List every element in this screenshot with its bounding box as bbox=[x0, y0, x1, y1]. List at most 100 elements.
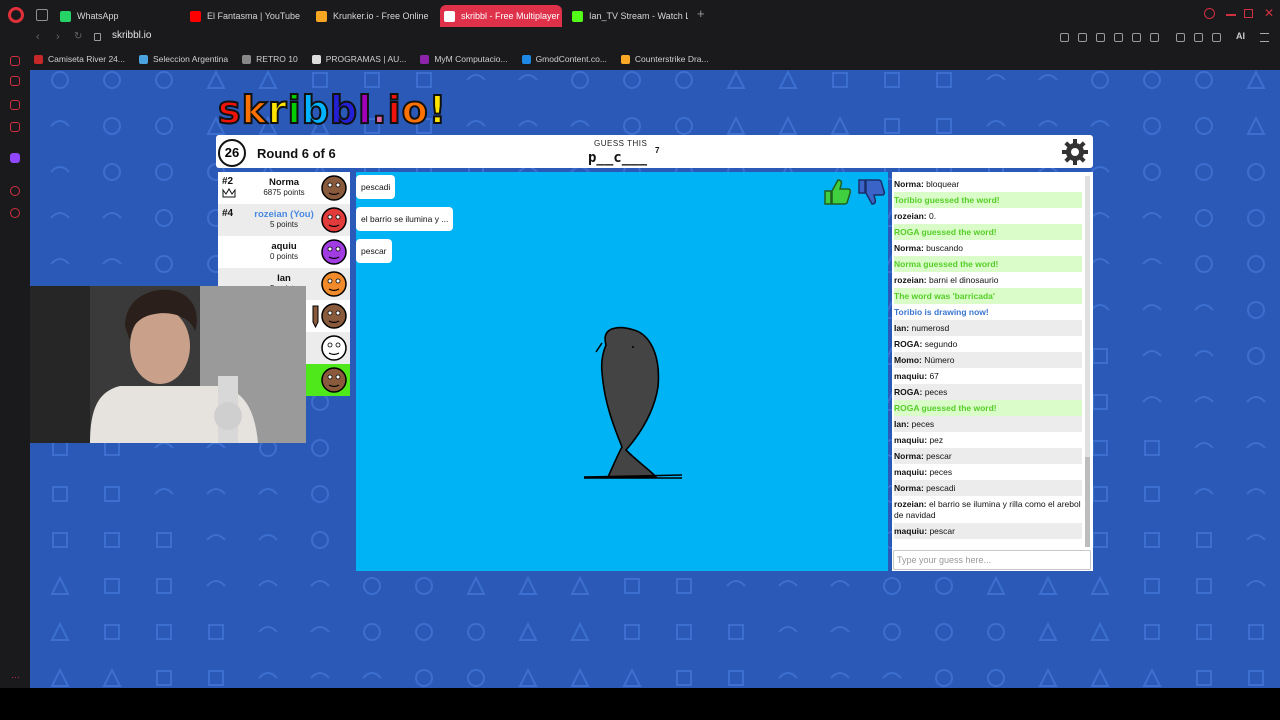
browser-tab[interactable]: El Fantasma | YouTube bbox=[186, 5, 302, 27]
browser-tab[interactable]: skribbl - Free Multiplayer bbox=[440, 5, 562, 27]
translate-icon[interactable] bbox=[1114, 33, 1123, 42]
vpn-icon[interactable] bbox=[1096, 33, 1105, 42]
chat-message: ROGA guessed the word! bbox=[894, 224, 1082, 240]
guess-bubble: pescar bbox=[356, 239, 392, 263]
player-avatar bbox=[321, 207, 347, 233]
player-points: 6875 points bbox=[263, 188, 305, 197]
guess-bubble: el barrio se ilumina y ... bbox=[356, 207, 454, 231]
forward-icon[interactable]: › bbox=[56, 31, 60, 43]
downloads-icon[interactable] bbox=[1212, 33, 1221, 42]
kick-icon bbox=[572, 10, 583, 22]
reload-icon[interactable]: ↻ bbox=[74, 31, 82, 42]
drawing-canvas[interactable] bbox=[356, 172, 888, 571]
sidebar-twitch-icon[interactable] bbox=[10, 153, 20, 163]
bookmark-label: Seleccion Argentina bbox=[153, 54, 229, 64]
menu-icon[interactable] bbox=[1260, 33, 1269, 42]
tab-islands-icon[interactable] bbox=[36, 9, 48, 21]
skribbl-icon bbox=[444, 10, 455, 22]
search-tabs-icon[interactable] bbox=[1204, 8, 1215, 19]
chat-author: Ian bbox=[894, 322, 907, 333]
bookmark-item[interactable]: RETRO 10 bbox=[242, 54, 298, 64]
player-name: aquiu bbox=[271, 241, 297, 252]
chat-author: maquiu bbox=[894, 525, 925, 536]
mym-icon bbox=[420, 54, 430, 64]
drawing-pencil-icon bbox=[312, 305, 319, 328]
chat-message: Ian: numerosd bbox=[894, 320, 1082, 336]
browser-tab[interactable]: Ian_TV Stream - Watch Liv bbox=[568, 5, 688, 27]
bookmark-item[interactable]: Seleccion Argentina bbox=[139, 54, 228, 64]
settings-gear-icon[interactable] bbox=[1061, 138, 1089, 166]
sidebar-messenger-icon[interactable] bbox=[10, 100, 20, 110]
browser-tab-label: WhatsApp bbox=[77, 11, 119, 21]
whatsapp-icon bbox=[60, 10, 71, 22]
lock-icon bbox=[94, 33, 101, 41]
sidebar-player-icon[interactable] bbox=[10, 186, 20, 196]
back-icon[interactable]: ‹ bbox=[36, 31, 40, 43]
webcam-overlay bbox=[30, 286, 306, 443]
player-row[interactable]: aquiu 0 points bbox=[218, 236, 350, 268]
chat-message: Norma: buscando bbox=[894, 240, 1082, 256]
logo-letter: r bbox=[267, 87, 288, 133]
player-avatar bbox=[321, 367, 347, 393]
sidebar-more-icon[interactable]: ··· bbox=[11, 672, 20, 682]
snapshot-icon[interactable] bbox=[1078, 33, 1087, 42]
bookmark-item[interactable]: Camiseta River 24... bbox=[34, 54, 125, 64]
extensions-icon[interactable] bbox=[1176, 33, 1185, 42]
chat-message: The word was 'barricada' bbox=[894, 288, 1082, 304]
chat-message: ROGA guessed the word! bbox=[894, 400, 1082, 416]
minimize-icon[interactable] bbox=[1226, 14, 1236, 16]
browser-tab[interactable]: Krunker.io - Free Online M bbox=[312, 5, 430, 27]
chat-message: ROGA: segundo bbox=[894, 336, 1082, 352]
browser-tab-label: El Fantasma | YouTube bbox=[207, 11, 301, 21]
chat-text: buscando bbox=[926, 242, 964, 253]
chat-message: Ian: peces bbox=[894, 416, 1082, 432]
close-icon[interactable]: ✕ bbox=[1264, 6, 1274, 20]
pin-icon[interactable] bbox=[1060, 33, 1069, 42]
chat-text: 0. bbox=[928, 210, 937, 221]
player-row[interactable]: #4 rozeian (You) 5 points bbox=[218, 204, 350, 236]
sidebar-bookmarks-icon[interactable] bbox=[10, 76, 20, 86]
chat-input[interactable] bbox=[893, 550, 1091, 570]
player-avatar bbox=[321, 239, 347, 265]
chat-author: ROGA bbox=[894, 386, 920, 397]
player-row[interactable]: #2 Norma 6875 points bbox=[218, 172, 350, 204]
opera-logo-icon[interactable] bbox=[8, 7, 24, 23]
maximize-icon[interactable] bbox=[1244, 9, 1253, 18]
player-rank: #2 bbox=[222, 176, 234, 187]
chat-author: Ian bbox=[894, 418, 907, 429]
youtube-icon bbox=[190, 10, 201, 22]
browser-tab-label: Krunker.io - Free Online M bbox=[333, 11, 430, 21]
aria-ai-button[interactable]: AI bbox=[1236, 31, 1245, 41]
round-indicator: Round 6 of 6 bbox=[257, 146, 336, 161]
player-drawing bbox=[583, 326, 683, 479]
chat-text: peces bbox=[911, 418, 935, 429]
chat-scrollbar-thumb[interactable] bbox=[1085, 457, 1090, 547]
logo-letter: b bbox=[301, 87, 330, 133]
bookmark-item[interactable]: GmodContent.co... bbox=[521, 54, 607, 64]
bookmark-item[interactable]: PROGRAMAS | AU... bbox=[311, 54, 406, 64]
retro-icon bbox=[242, 54, 252, 64]
guess-this-label: GUESS THIS bbox=[594, 139, 648, 148]
player-avatar bbox=[321, 303, 347, 329]
sidebar-instagram-icon[interactable] bbox=[10, 122, 20, 132]
profile-icon[interactable] bbox=[1194, 33, 1203, 42]
heart-icon[interactable] bbox=[1150, 33, 1159, 42]
player-name: Norma bbox=[268, 177, 300, 188]
bookmark-item[interactable]: MyM Computacio... bbox=[420, 54, 508, 64]
url-text[interactable]: skribbl.io bbox=[112, 30, 151, 41]
player-icon[interactable] bbox=[1132, 33, 1141, 42]
player-points: 5 points bbox=[269, 220, 299, 229]
bookmarks-bar: Camiseta River 24... Seleccion Argentina R… bbox=[0, 48, 1280, 70]
chat-message: Toribio is drawing now! bbox=[894, 304, 1082, 320]
sidebar-history-icon[interactable] bbox=[10, 208, 20, 218]
sidebar-gx-corner-icon[interactable] bbox=[10, 56, 20, 66]
browser-tab-label: Ian_TV Stream - Watch Liv bbox=[589, 11, 688, 21]
browser-tab[interactable]: WhatsApp bbox=[56, 5, 166, 27]
new-tab-icon[interactable]: + bbox=[697, 6, 705, 21]
chat-message: rozeian: barni el dinosaurio bbox=[894, 272, 1082, 288]
chat-text: The word was 'barricada' bbox=[894, 290, 995, 301]
bookmark-item[interactable]: Counterstrike Dra... bbox=[620, 54, 709, 64]
logo-letter: o bbox=[401, 87, 429, 133]
chat-message: Norma: pescar bbox=[894, 448, 1082, 464]
browser-tab-bar: WhatsApp El Fantasma | YouTube Krunker.io … bbox=[0, 0, 1280, 30]
